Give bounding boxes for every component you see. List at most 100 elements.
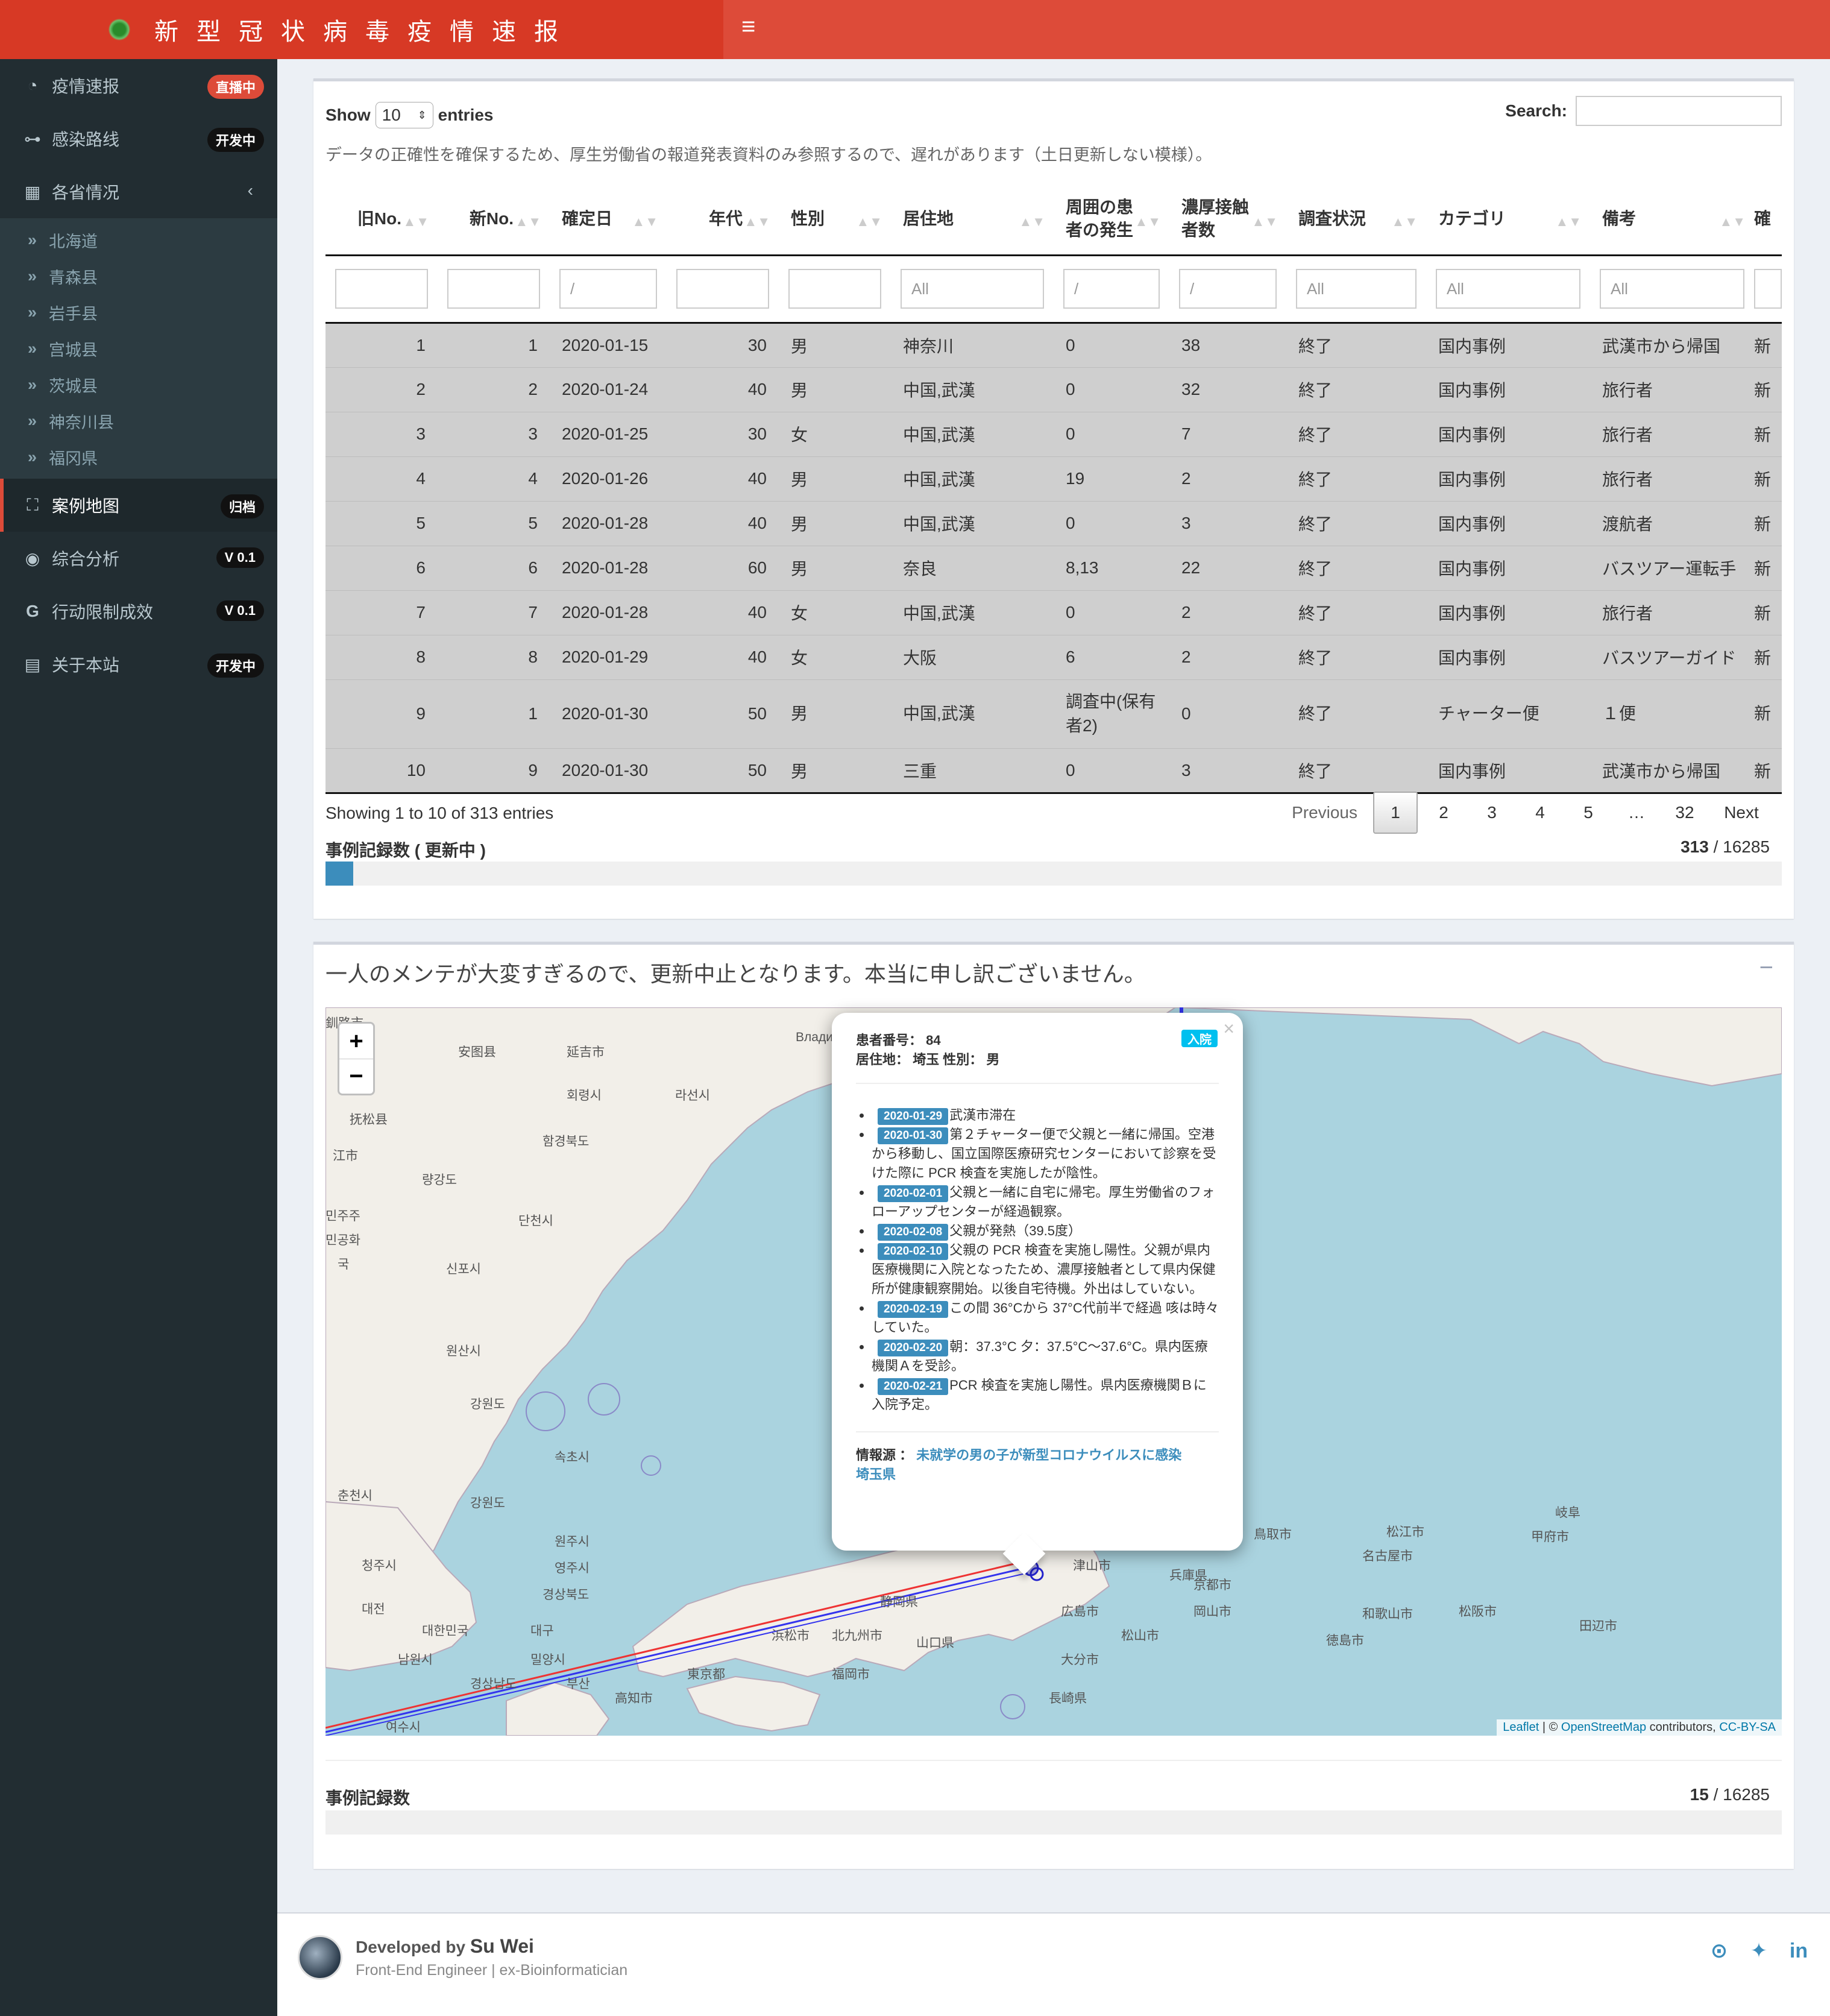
sidebar-subitem-province[interactable]: » 神奈川县 (0, 403, 277, 439)
column-header[interactable]: 濃厚接触者数 ▲▼ (1169, 184, 1286, 256)
sidebar-item-analysis[interactable]: ◉ 综合分析 V 0.1 (0, 532, 277, 585)
previous-page-button[interactable]: Previous (1292, 792, 1357, 834)
sort-icon: ▲▼ (1719, 214, 1746, 229)
table-cell: 0 (1054, 500, 1169, 546)
table-row[interactable]: 7 7 2020-01-28 40 女中国,武漢 0 2 終了 国内事例 旅行者新 (325, 590, 1782, 635)
leaflet-link[interactable]: Leaflet (1503, 1721, 1539, 1734)
table-cell-link[interactable]: 新 (1754, 679, 1782, 748)
filter-select[interactable]: All (1436, 269, 1580, 309)
records-label: 事例記録数 ( 更新中 ) (325, 841, 486, 860)
table-row[interactable]: 2 2 2020-01-24 40 男中国,武漢 0 32 終了 国内事例 旅行者新 (325, 367, 1782, 412)
zoom-in-button[interactable]: + (339, 1024, 373, 1059)
timeline-item: 2020-01-29武漢市滞在 (872, 1106, 1219, 1125)
map-place-label: 大分市 (1061, 1653, 1099, 1667)
filter-input[interactable] (335, 269, 428, 309)
filter-input[interactable] (676, 269, 769, 309)
table-cell-link[interactable]: 新 (1754, 748, 1782, 794)
github-icon[interactable]: ⊙ (1706, 1938, 1732, 1964)
table-cell: 終了 (1286, 500, 1426, 546)
filter-select[interactable]: All (1600, 269, 1744, 309)
sidebar-toggle-icon[interactable]: ≡ (741, 13, 755, 40)
map-records-total: / 16285 (1708, 1785, 1770, 1804)
table-cell-link[interactable]: 新 (1754, 545, 1782, 590)
table-cell-link[interactable]: 新 (1754, 411, 1782, 456)
column-header[interactable]: 年代 ▲▼ (667, 184, 779, 256)
sidebar-item-case-map[interactable]: ⛶ 案例地图 归档 (0, 479, 277, 532)
sidebar-subitem-province[interactable]: » 福冈県 (0, 439, 277, 475)
filter-input[interactable] (788, 269, 881, 309)
page-button[interactable]: 3 (1470, 792, 1514, 834)
column-header[interactable]: 備考 ▲▼ (1590, 184, 1754, 256)
app-logo[interactable]: 新型冠状病毒疫情速报 (0, 0, 723, 59)
sidebar-item-restriction-effect[interactable]: G 行动限制成效 V 0.1 (0, 585, 277, 638)
sidebar-subitem-province[interactable]: » 宫城县 (0, 330, 277, 367)
sidebar-subitem-province[interactable]: » 岩手县 (0, 294, 277, 330)
table-cell-link[interactable]: 新 (1754, 367, 1782, 412)
map-place-label: 부산 (567, 1677, 590, 1691)
gender-value: 男 (986, 1052, 1000, 1067)
filter-cell (325, 255, 438, 324)
table-row[interactable]: 10 9 2020-01-30 50 男三重 0 3 終了 国内事例 武漢市から帰国新 (325, 748, 1782, 794)
filter-select[interactable]: All (1296, 269, 1417, 309)
range-filter-input[interactable]: / (1179, 269, 1277, 309)
twitter-icon[interactable]: ✦ (1746, 1938, 1772, 1964)
page-button[interactable]: 2 (1421, 792, 1466, 834)
source-link[interactable]: 未就学の男の子が新型コロナウイルスに感染 (916, 1447, 1181, 1463)
table-row[interactable]: 1 1 2020-01-15 30 男神奈川 0 38 終了 国内事例 武漢市から帰国新 (325, 322, 1782, 367)
table-row[interactable]: 5 5 2020-01-28 40 男中国,武漢 0 3 終了 国内事例 渡航者新 (325, 500, 1782, 546)
developed-by-label: Developed by (356, 1938, 470, 1956)
sidebar-subitem-province[interactable]: » 北海道 (0, 222, 277, 258)
date-filter-input[interactable]: / (559, 269, 657, 309)
table-row[interactable]: 4 4 2020-01-26 40 男中国,武漢 19 2 終了 国内事例 旅行者新 (325, 456, 1782, 501)
page-button[interactable]: 1 (1373, 792, 1418, 834)
table-cell: 1 (438, 322, 550, 367)
close-icon[interactable]: × (1223, 1018, 1234, 1040)
range-filter-input[interactable]: / (1063, 269, 1160, 309)
map-place-label: 경상남도 (470, 1677, 517, 1691)
table-cell-link[interactable]: 新 (1754, 634, 1782, 679)
column-header[interactable]: 調査状況 ▲▼ (1286, 184, 1426, 256)
column-header[interactable]: 確定日 ▲▼ (550, 184, 667, 256)
column-header[interactable]: 性別 ▲▼ (779, 184, 891, 256)
linkedin-icon[interactable]: in (1785, 1938, 1812, 1964)
source-prefecture-link[interactable]: 埼玉県 (856, 1467, 896, 1482)
search-input[interactable] (1576, 96, 1782, 126)
sidebar-item-about[interactable]: ▤ 关于本站 开发中 (0, 638, 277, 691)
column-header[interactable]: 確 (1754, 184, 1782, 256)
page-button[interactable]: 32 (1662, 792, 1707, 834)
table-cell: 3 (1169, 500, 1286, 546)
sidebar-item-infection-route[interactable]: ⊶ 感染路线 开发中 (0, 112, 277, 165)
license-link[interactable]: CC-BY-SA (1719, 1721, 1776, 1734)
table-cell-link[interactable]: 新 (1754, 500, 1782, 546)
column-header[interactable]: カテゴリ ▲▼ (1426, 184, 1590, 256)
page-ellipsis: … (1628, 803, 1645, 822)
page-button[interactable]: 4 (1518, 792, 1562, 834)
osm-link[interactable]: OpenStreetMap (1561, 1721, 1646, 1734)
sidebar-subitem-province[interactable]: » 青森县 (0, 258, 277, 294)
column-header[interactable]: 旧No. ▲▼ (325, 184, 438, 256)
table-cell-link[interactable]: 新 (1754, 590, 1782, 635)
table-cell-link[interactable]: 新 (1754, 456, 1782, 501)
page-button[interactable]: 5 (1566, 792, 1611, 834)
column-header[interactable]: 新No. ▲▼ (438, 184, 550, 256)
table-cell: 9 (438, 748, 550, 794)
filter-cell (667, 255, 779, 324)
next-page-button[interactable]: Next (1719, 792, 1764, 834)
column-header[interactable]: 居住地 ▲▼ (891, 184, 1054, 256)
sidebar-item-provinces[interactable]: ▦ 各省情况 ‹ (0, 165, 277, 218)
filter-select[interactable]: All (901, 269, 1044, 309)
sidebar-subitem-province[interactable]: » 茨城县 (0, 367, 277, 403)
filter-input[interactable] (447, 269, 540, 309)
filter-input[interactable] (1754, 269, 1782, 309)
zoom-out-button[interactable]: − (339, 1059, 373, 1094)
table-row[interactable]: 9 1 2020-01-30 50 男中国,武漢 調査中(保有者2) 0 終了 チャーター便 １便… (325, 679, 1782, 748)
entries-select[interactable]: 10 ⇕ (375, 102, 433, 128)
column-header[interactable]: 周囲の患者の発生 ▲▼ (1054, 184, 1169, 256)
double-chevron-icon: » (28, 303, 37, 321)
table-cell-link[interactable]: 新 (1754, 322, 1782, 367)
collapse-icon[interactable]: − (1759, 954, 1773, 981)
table-row[interactable]: 6 6 2020-01-28 60 男奈良 8,13 22 終了 国内事例 バスツアー運転手新 (325, 545, 1782, 590)
table-row[interactable]: 3 3 2020-01-25 30 女中国,武漢 0 7 終了 国内事例 旅行者新 (325, 411, 1782, 456)
sidebar-item-live[interactable]: ◔ 疫情速报 直播中 (0, 59, 277, 112)
table-row[interactable]: 8 8 2020-01-29 40 女大阪 6 2 終了 国内事例 バスツアーガイド新 (325, 634, 1782, 679)
